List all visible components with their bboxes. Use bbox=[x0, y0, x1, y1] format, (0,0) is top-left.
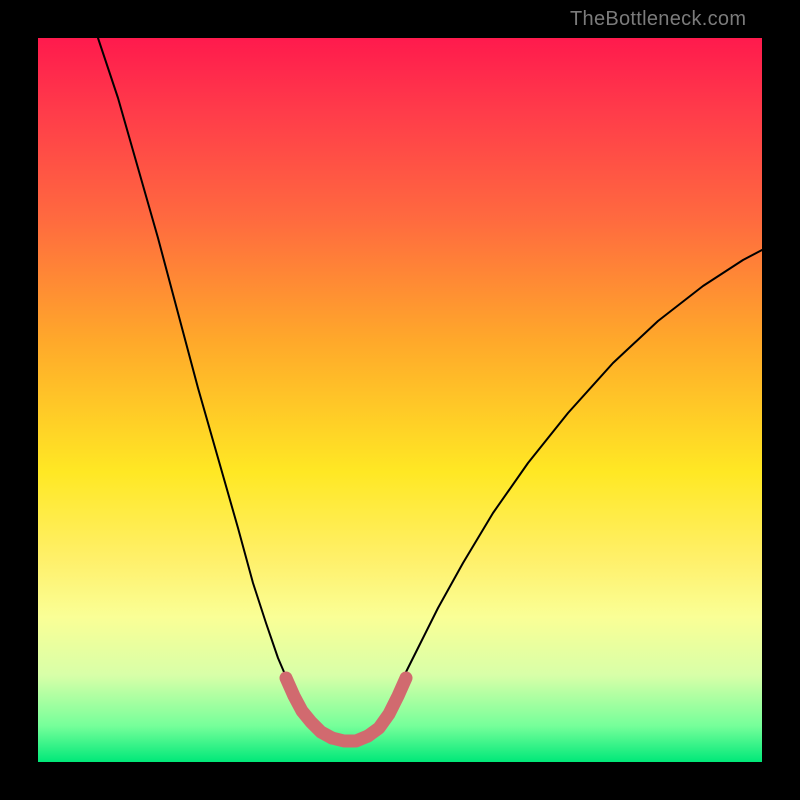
series-marker-left bbox=[286, 678, 332, 738]
series-marker-right bbox=[368, 678, 406, 736]
series-curve-right bbox=[380, 250, 762, 718]
chart-svg bbox=[38, 38, 762, 762]
outer-frame: TheBottleneck.com bbox=[0, 0, 800, 800]
series-curve-left bbox=[98, 38, 308, 718]
watermark-text: TheBottleneck.com bbox=[570, 8, 746, 31]
plot-area bbox=[38, 38, 762, 762]
